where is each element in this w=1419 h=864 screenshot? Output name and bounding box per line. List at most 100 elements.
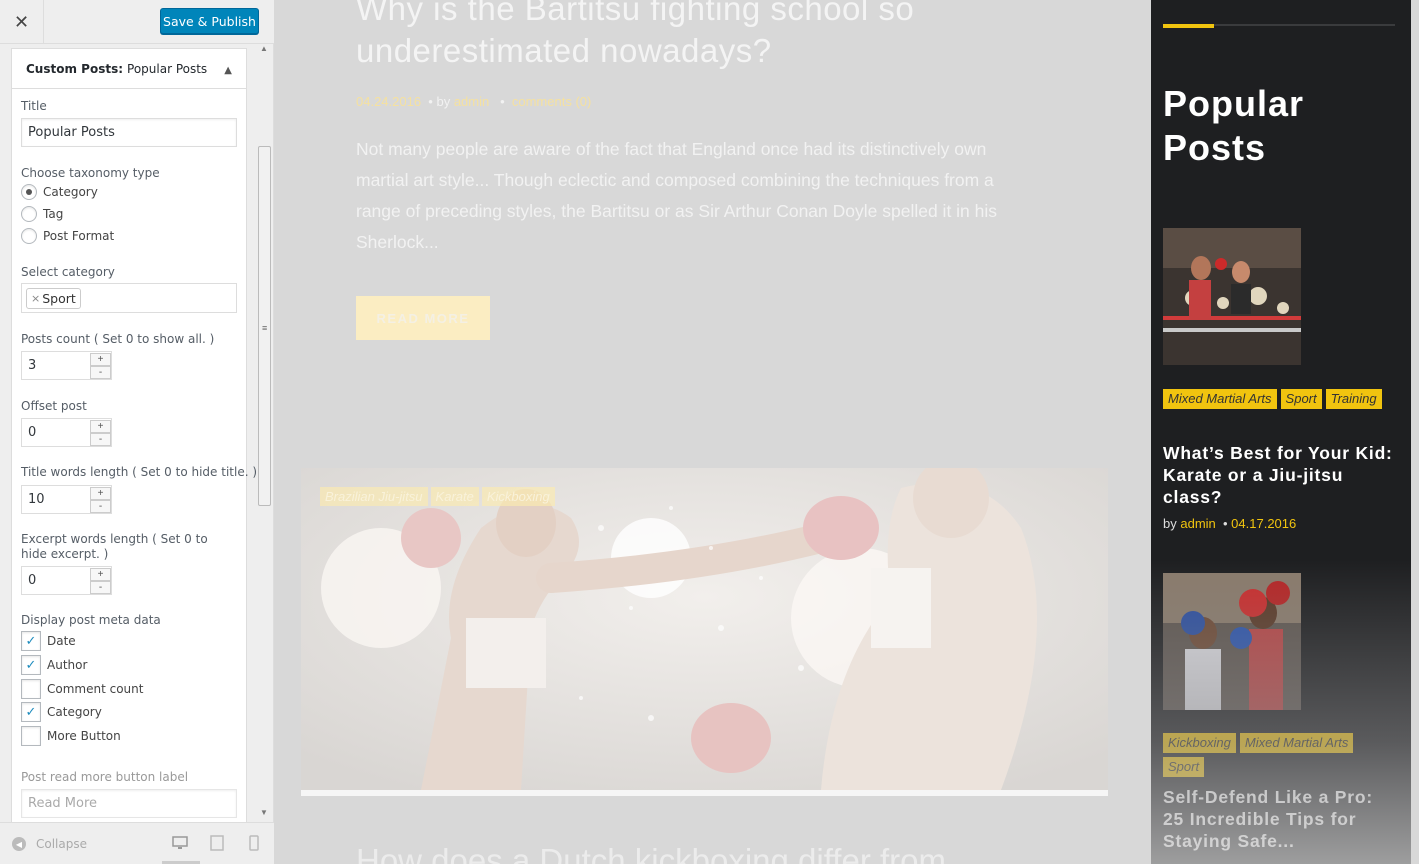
title-words-stepper[interactable]: 10 + - [21,485,112,514]
category-tag-label: Sport [42,291,76,306]
category-tag[interactable]: Sport [1163,757,1205,777]
post-by: by [436,94,451,109]
checkbox[interactable]: ✓ [21,631,41,651]
post-by: by [1163,516,1177,531]
post-thumbnail[interactable] [1163,573,1301,710]
close-icon[interactable]: ✕ [0,0,44,44]
radio-tag[interactable]: Tag [21,205,63,223]
checkbox[interactable]: ✓ [21,655,41,675]
customizer-panel: ✕ Save & Publish Custom Posts: Popular P… [0,0,274,864]
collapse-icon: ◀ [12,837,26,851]
increment-button[interactable]: + [90,487,111,500]
scrollbar[interactable]: ▲ ≡ ▼ [258,44,272,822]
checkbox-label: Category [47,705,102,719]
feature-tag[interactable]: Kickboxing [481,487,555,506]
increment-button[interactable]: + [90,568,111,581]
radio-label: Post Format [43,229,115,243]
scrollbar-thumb[interactable]: ≡ [258,146,271,506]
widget-title: Popular Posts [1163,83,1305,168]
excerpt-words-value[interactable]: 0 [28,573,36,588]
site-preview: Why is the Bartitsu fighting school so u… [274,0,1151,864]
desktop-icon[interactable] [162,835,200,864]
decrement-button[interactable]: - [90,366,111,379]
title-input[interactable]: Popular Posts [21,118,237,147]
category-tag[interactable]: Mixed Martial Arts [1239,733,1354,753]
offset-label: Offset post [21,399,87,413]
radio-button[interactable] [21,184,37,200]
sidebar-post-meta: by admin • 04.17.2016 [1163,516,1297,531]
offset-stepper[interactable]: 0 + - [21,418,112,447]
save-publish-button[interactable]: Save & Publish [160,8,259,34]
checkbox-author[interactable]: ✓ Author [21,655,87,675]
checkbox[interactable] [21,726,41,746]
decrement-button[interactable]: - [90,433,111,446]
checkbox-more-button[interactable]: More Button [21,726,121,746]
scroll-down-icon[interactable]: ▼ [260,808,268,817]
checkbox[interactable] [21,679,41,699]
checkbox-label: More Button [47,729,121,743]
meta-label: Display post meta data [21,613,161,627]
radio-post-format[interactable]: Post Format [21,227,114,245]
radio-category[interactable]: Category [21,183,98,201]
featured-image[interactable] [301,468,1108,790]
feature-tag[interactable]: Karate [430,487,479,506]
next-post-title[interactable]: How does a Dutch kickboxing differ from [356,842,946,864]
checkbox-date[interactable]: ✓ Date [21,631,76,651]
checkbox-label: Comment count [47,682,144,696]
tablet-icon[interactable] [209,835,225,851]
feature-tag[interactable]: Brazilian Jiu-jitsu [320,487,428,506]
radio-button[interactable] [21,228,37,244]
post-date[interactable]: 04.24.2016 [356,94,421,109]
category-tag[interactable]: Sport [1280,389,1322,409]
increment-button[interactable]: + [90,353,111,366]
widget-section-header[interactable]: Custom Posts: Popular Posts ▲ [12,49,246,89]
post-categories: Mixed Martial Arts Sport Training [1163,389,1393,409]
increment-button[interactable]: + [90,420,111,433]
mobile-icon[interactable] [246,835,262,851]
category-select[interactable]: × Sport [21,283,237,313]
category-tag[interactable]: Kickboxing [1163,733,1236,753]
post-comments-link[interactable]: comments (0) [512,94,591,109]
category-tag[interactable]: Training [1325,389,1382,409]
window-edge [1411,0,1419,864]
featured-image-tags: Brazilian Jiu-jitsu Karate Kickboxing [320,487,555,506]
checkbox-label: Author [47,658,88,672]
post-thumbnail[interactable] [1163,228,1301,365]
category-tag-chip[interactable]: × Sport [26,288,81,309]
excerpt-words-stepper[interactable]: 0 + - [21,566,112,595]
customizer-header: ✕ Save & Publish [0,0,274,44]
posts-count-stepper[interactable]: 3 + - [21,351,112,380]
collapse-arrow-icon[interactable]: ▲ [224,65,232,76]
post-author-link[interactable]: admin [454,94,489,109]
post-date[interactable]: 04.17.2016 [1231,516,1296,531]
collapse-button[interactable]: ◀ Collapse [12,837,87,851]
scroll-up-icon[interactable]: ▲ [260,44,268,53]
remove-icon[interactable]: × [31,292,40,305]
sidebar-post-title[interactable]: Self-Defend Like a Pro: 25 Incredible Ti… [1163,786,1398,852]
offset-value[interactable]: 0 [28,425,36,440]
title-label: Title [21,99,47,113]
checkbox-category[interactable]: ✓ Category [21,702,102,722]
post-meta: 04.24.2016 • by admin • comments (0) [356,94,592,109]
category-label: Select category [21,265,115,279]
sidebar-post-title[interactable]: What’s Best for Your Kid: Karate or a Ji… [1163,442,1398,508]
grip-icon: ≡ [262,323,268,333]
decrement-button[interactable]: - [90,581,111,594]
checkbox[interactable]: ✓ [21,702,41,722]
checkbox-comment-count[interactable]: Comment count [21,679,143,699]
title-words-value[interactable]: 10 [28,492,45,507]
post-title[interactable]: Why is the Bartitsu fighting school so u… [356,0,1076,72]
title-words-label: Title words length ( Set 0 to hide title… [21,465,258,479]
post-categories: Kickboxing Mixed Martial Arts Sport [1163,733,1393,777]
taxonomy-label: Choose taxonomy type [21,166,160,180]
radio-label: Category [43,185,98,199]
featured-divider [301,790,1108,796]
customizer-footer: ◀ Collapse [0,822,274,864]
posts-count-value[interactable]: 3 [28,358,36,373]
read-more-button[interactable]: READ MORE [356,296,490,340]
category-tag[interactable]: Mixed Martial Arts [1163,389,1277,409]
post-author-link[interactable]: admin [1180,516,1215,531]
read-more-input[interactable]: Read More [21,789,237,818]
decrement-button[interactable]: - [90,500,111,513]
radio-button[interactable] [21,206,37,222]
